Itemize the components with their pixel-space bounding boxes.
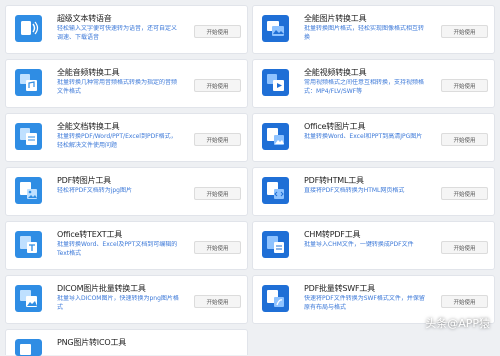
office-to-image-icon [262, 123, 289, 150]
tool-description: 批量导入DICOM图片，快速转换为png图片格式 [57, 295, 179, 311]
start-button[interactable]: 开始使用 [441, 79, 488, 92]
start-button[interactable]: 开始使用 [441, 187, 488, 200]
tool-card[interactable]: 全能图片转换工具 批量转换图片格式，轻松实现图像格式相互转换 开始使用 [252, 5, 495, 54]
tool-title: CHM转PDF工具 [304, 230, 361, 239]
tool-card[interactable]: PDF转HTML工具 直接将PDF文档转换为HTML网页格式 开始使用 [252, 167, 495, 216]
start-button[interactable]: 开始使用 [194, 133, 241, 146]
tool-description: 批量导入CHM文件，一键转换成PDF文件 [304, 241, 414, 248]
tool-card[interactable]: PNG图片转ICO工具 [5, 329, 248, 356]
start-button[interactable]: 开始使用 [194, 25, 241, 38]
pdf-to-image-icon [15, 177, 42, 204]
chm-to-pdf-icon [262, 231, 289, 258]
tool-description: 直接将PDF文档转换为HTML网页格式 [304, 187, 405, 194]
tool-card[interactable]: 全能视频转换工具 常用视频格式之间任意互相转换，支持视频格式：MP4/FLV/S… [252, 59, 495, 108]
tool-description: 批量转换Word、Excel及PPT文档到可编辑的Text格式 [57, 241, 178, 257]
start-button[interactable]: 开始使用 [194, 187, 241, 200]
start-button[interactable]: 开始使用 [194, 295, 241, 308]
tool-card[interactable]: PDF转图片工具 轻松将PDF文档转为jpg图片 开始使用 [5, 167, 248, 216]
tool-card[interactable]: DICOM图片批量转换工具 批量导入DICOM图片，快速转换为png图片格式 开… [5, 275, 248, 324]
tool-description: 批量转换Word、Excel和PPT到高清JPG图片 [304, 133, 423, 140]
tool-title: PDF批量转SWF工具 [304, 284, 375, 293]
tool-description: 批量转换图片格式，轻松实现图像格式相互转换 [304, 25, 425, 41]
tool-title: PDF转HTML工具 [304, 176, 364, 185]
tool-card[interactable]: 全能文档转换工具 批量转换PDF/Word/PPT/Excel到PDF格式，轻松… [5, 113, 248, 162]
tool-title: Office转TEXT工具 [57, 230, 123, 239]
watermark-text: 头条@APP猿 [425, 317, 490, 330]
tool-description: 快速将PDF文件转换为SWF格式文件，并保留原有布局与格式 [304, 295, 425, 311]
start-button[interactable]: 开始使用 [194, 241, 241, 254]
audio-convert-icon [15, 69, 42, 96]
image-convert-icon [262, 15, 289, 42]
tool-card[interactable]: 超级文本转语音 轻松输入文字便可快速转为语音，还可自定义调速、下载语音 开始使用 [5, 5, 248, 54]
tool-title: Office转图片工具 [304, 122, 366, 131]
tool-title: 全能图片转换工具 [304, 14, 367, 23]
tool-description: 轻松输入文字便可快速转为语音，还可自定义调速、下载语音 [57, 25, 178, 41]
office-to-text-icon [15, 231, 42, 258]
tool-title: DICOM图片批量转换工具 [57, 284, 146, 293]
start-button[interactable]: 开始使用 [441, 241, 488, 254]
start-button[interactable]: 开始使用 [441, 295, 488, 308]
tool-card[interactable]: Office转TEXT工具 批量转换Word、Excel及PPT文档到可编辑的T… [5, 221, 248, 270]
tool-title: 超级文本转语音 [57, 14, 112, 23]
start-button[interactable]: 开始使用 [441, 133, 488, 146]
tool-title: 全能音频转换工具 [57, 68, 120, 77]
tool-title: PDF转图片工具 [57, 176, 111, 185]
tool-description: 批量转换几种常用音频格式转换为指定的音频文件格式 [57, 79, 178, 95]
text-to-speech-icon [15, 15, 42, 42]
start-button[interactable]: 开始使用 [194, 79, 241, 92]
tool-card[interactable]: 全能音频转换工具 批量转换几种常用音频格式转换为指定的音频文件格式 开始使用 [5, 59, 248, 108]
start-button[interactable]: 开始使用 [441, 25, 488, 38]
tool-description: 轻松将PDF文档转为jpg图片 [57, 187, 132, 194]
pdf-to-html-icon [262, 177, 289, 204]
video-convert-icon [262, 69, 289, 96]
png-to-ico-icon [15, 339, 42, 356]
tool-description: 常用视频格式之间任意互相转换，支持视频格式：MP4/FLV/SWF等 [304, 79, 425, 95]
dicom-convert-icon [15, 285, 42, 312]
pdf-to-swf-icon [262, 285, 289, 312]
tool-card[interactable]: CHM转PDF工具 批量导入CHM文件，一键转换成PDF文件 开始使用 [252, 221, 495, 270]
document-convert-icon [15, 123, 42, 150]
tool-grid: 超级文本转语音 轻松输入文字便可快速转为语音，还可自定义调速、下载语音 开始使用… [5, 5, 495, 356]
tool-card[interactable]: Office转图片工具 批量转换Word、Excel和PPT到高清JPG图片 开… [252, 113, 495, 162]
tool-description: 批量转换PDF/Word/PPT/Excel到PDF格式，轻松解决文件使用问题 [57, 133, 177, 149]
tool-title: 全能视频转换工具 [304, 68, 367, 77]
tool-title: 全能文档转换工具 [57, 122, 120, 131]
